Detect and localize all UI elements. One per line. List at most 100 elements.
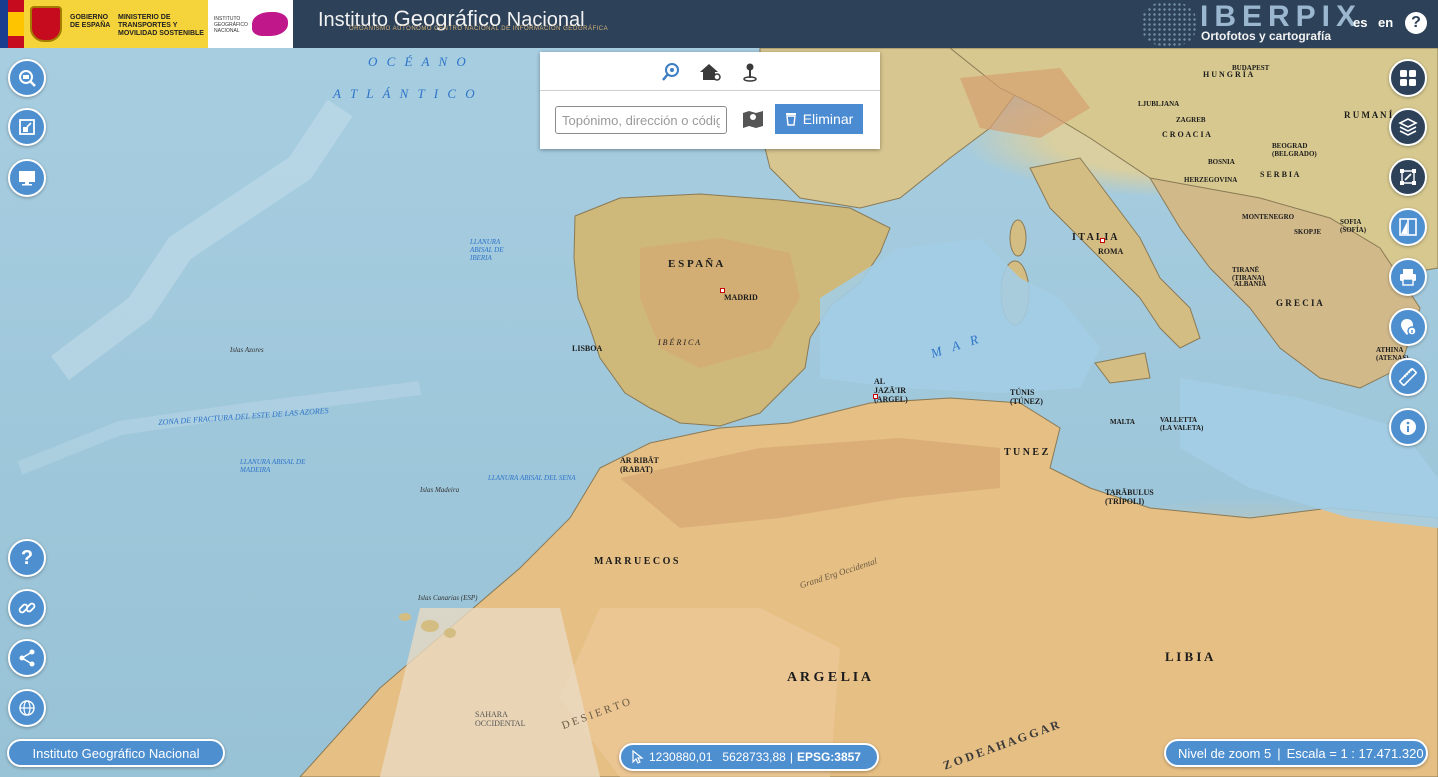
tripoli-label: TARĀBULUS (TRÍPOLI) xyxy=(1105,488,1154,506)
info-button[interactable] xyxy=(1389,408,1427,446)
valletta-label: VALLETTA (LA VALETA) xyxy=(1160,416,1204,432)
croacia-label: C R O A C I A xyxy=(1162,130,1211,139)
share-icon xyxy=(19,649,35,667)
delete-button[interactable]: Eliminar xyxy=(775,104,863,134)
extent-button[interactable] xyxy=(8,108,46,146)
ign-logo-text: INSTITUTO GEOGRÁFICO NACIONAL xyxy=(214,16,248,34)
argelia-label: A R G E L I A xyxy=(787,670,872,685)
sofia-label: SOFIA (SOFÍA) xyxy=(1340,218,1367,234)
grid-icon xyxy=(1400,70,1416,86)
help-button[interactable]: ? xyxy=(1405,12,1427,34)
scale-value: Escala = 1 : 17.471.320 xyxy=(1286,745,1424,761)
gobierno-logo[interactable]: GOBIERNO DE ESPAÑA MINISTERIO DE TRANSPO… xyxy=(0,0,208,48)
info-icon xyxy=(1400,419,1416,435)
draw-button[interactable] xyxy=(1389,158,1427,196)
coord-separator: | xyxy=(789,750,793,764)
search-input[interactable] xyxy=(555,106,727,134)
attribution-link[interactable]: Instituto Geográfico Nacional xyxy=(7,739,225,767)
espana-label: E S P A Ñ A xyxy=(668,258,724,270)
measure-button[interactable] xyxy=(1389,358,1427,396)
cursor-icon xyxy=(632,750,644,764)
llanura-iberia-label: LLANURA ABISAL DE IBERIA xyxy=(470,238,504,262)
atlantico-label: A T L Á N T I C O xyxy=(333,86,478,101)
italia-label: I T A L I A xyxy=(1072,232,1118,243)
beograd-label: BEOGRAD (BELGRADO) xyxy=(1272,142,1317,158)
info-pin-button[interactable] xyxy=(1389,308,1427,346)
screen-icon xyxy=(19,171,35,186)
ign-mark-icon xyxy=(252,12,288,36)
print-icon xyxy=(1400,269,1416,286)
help-icon: ? xyxy=(20,546,34,569)
search-place-icon[interactable] xyxy=(660,61,682,83)
budapest-label: BUDAPEST xyxy=(1232,64,1270,72)
link-icon xyxy=(18,602,36,614)
search-panel: Eliminar xyxy=(540,52,880,149)
spain-shield-icon xyxy=(30,6,62,42)
grecia-label: G R E C I A xyxy=(1276,298,1323,308)
help-side-button[interactable]: ? xyxy=(8,539,46,577)
compare-icon xyxy=(1399,218,1417,236)
skopje-label: SKOPJE xyxy=(1294,228,1322,236)
argel-label: AL JAZĀ'IR (ARGEL) xyxy=(874,377,908,404)
coord-x: 1230880,01 xyxy=(649,750,713,764)
measure-icon xyxy=(1399,368,1417,386)
tunez-label: T U N E Z xyxy=(1004,447,1049,458)
ign-logo[interactable]: INSTITUTO GEOGRÁFICO NACIONAL xyxy=(208,0,293,48)
layers-button[interactable] xyxy=(1389,108,1427,146)
layers-icon xyxy=(1398,118,1418,136)
tunis-label: TÚNIS (TÚNEZ) xyxy=(1010,388,1043,406)
lang-es-link[interactable]: es xyxy=(1353,15,1367,30)
iberica-label: I B É R I C A xyxy=(658,338,701,347)
attribution-text: Instituto Geográfico Nacional xyxy=(32,745,200,761)
compare-button[interactable] xyxy=(1389,208,1427,246)
screen-button[interactable] xyxy=(8,159,46,197)
lang-en-link[interactable]: en xyxy=(1378,15,1393,30)
coordinates-bar[interactable]: 1230880,01 5628733,88 | EPSG:3857 xyxy=(619,743,879,771)
epsg-code[interactable]: EPSG:3857 xyxy=(797,750,861,764)
madrid-label: MADRID xyxy=(724,293,758,302)
llanura-madeira-label: LLANURA ABISAL DE MADEIRA xyxy=(240,458,306,474)
oceano-label: O C É A N O xyxy=(368,54,469,69)
gobierno-text: GOBIERNO DE ESPAÑA xyxy=(70,14,111,29)
site-subtitle: ORGANISMO AUTÓNOMO CENTRO NACIONAL DE IN… xyxy=(349,26,609,32)
app-subtitle: Ortofotos y cartografía xyxy=(1201,29,1332,43)
madeira-label: Islas Madeira xyxy=(420,486,460,494)
rabat-label: AR RIBĀT (RABAT) xyxy=(620,456,659,474)
city-marker xyxy=(720,288,725,293)
house-search-icon[interactable] xyxy=(698,61,721,83)
montenegro-label: MONTENEGRO xyxy=(1242,213,1295,221)
lisboa-label: LISBOA xyxy=(572,344,603,353)
header-bar: GOBIERNO DE ESPAÑA MINISTERIO DE TRANSPO… xyxy=(0,0,1438,48)
zoom-level: Nivel de zoom 5 xyxy=(1178,745,1272,761)
serbia-label: S E R B I A xyxy=(1260,170,1300,179)
herzegovina-label: HERZEGOVINA xyxy=(1184,176,1238,184)
grid-button[interactable] xyxy=(1389,59,1427,97)
link-button[interactable] xyxy=(8,589,46,627)
globe-icon xyxy=(19,700,35,716)
roma-label: ROMA xyxy=(1098,247,1124,256)
eu-flag-icon xyxy=(0,0,24,48)
map-search-icon[interactable] xyxy=(742,108,764,130)
iberpix-map-icon xyxy=(1142,2,1196,46)
ljubljana-label: LJUBLJANA xyxy=(1138,100,1180,108)
tirane-label: TIRANË (TIRANA) xyxy=(1232,266,1265,282)
location-pin-icon[interactable] xyxy=(739,61,761,83)
delete-label: Eliminar xyxy=(802,111,854,127)
scale-separator: | xyxy=(1277,745,1281,761)
bosnia-label: BOSNIA xyxy=(1208,158,1235,166)
city-marker xyxy=(1100,238,1105,243)
share-button[interactable] xyxy=(8,639,46,677)
zagreb-label: ZAGREB xyxy=(1176,116,1206,124)
zoom-icon xyxy=(19,70,36,87)
map-canvas[interactable]: O C É A N O A T L Á N T I C O E S P A Ñ … xyxy=(0,48,1438,777)
marruecos-label: M A R R U E C O S xyxy=(594,556,679,567)
globe-button[interactable] xyxy=(8,689,46,727)
scale-bar: Nivel de zoom 5 | Escala = 1 : 17.471.32… xyxy=(1164,739,1428,767)
extent-icon xyxy=(19,119,35,135)
zoom-button[interactable] xyxy=(8,59,46,97)
search-tabs xyxy=(540,52,880,91)
print-button[interactable] xyxy=(1389,258,1427,296)
azores-label: Islas Azores xyxy=(230,346,264,354)
malta-label: MALTA xyxy=(1110,418,1135,426)
libia-label: L I B I A xyxy=(1165,649,1214,664)
